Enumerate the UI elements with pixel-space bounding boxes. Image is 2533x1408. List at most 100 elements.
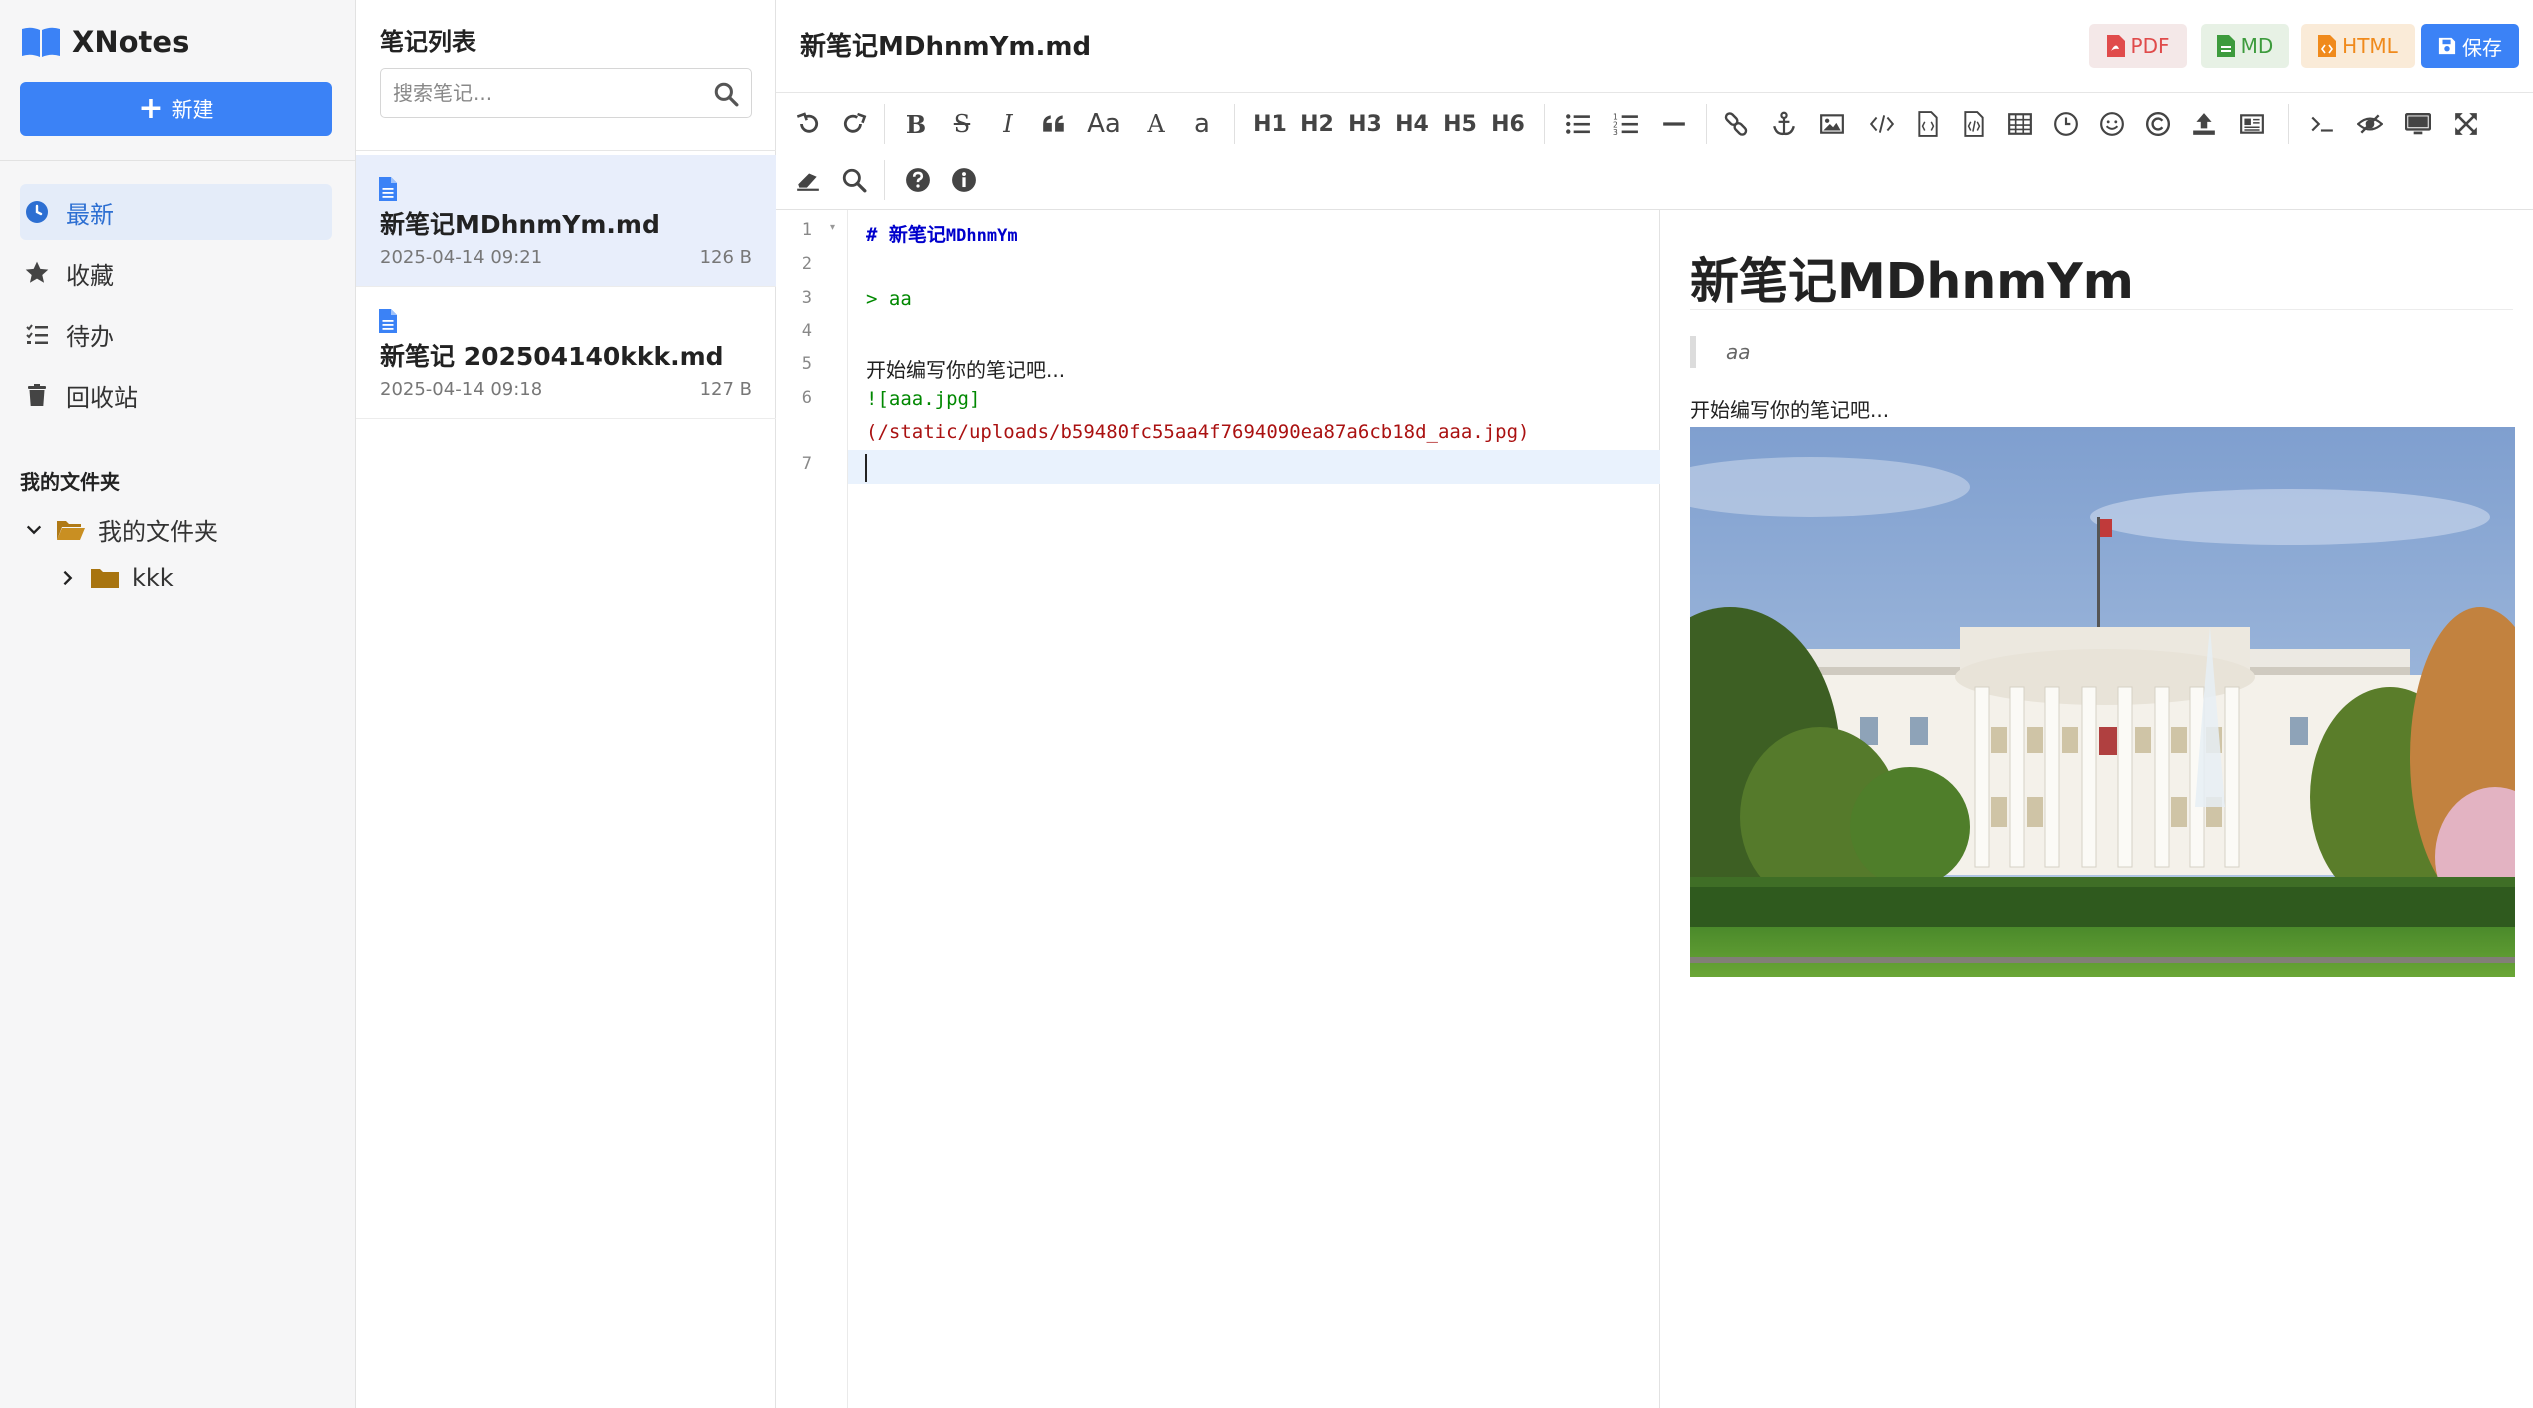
heading-text: 新笔记 bbox=[888, 224, 946, 246]
heading-2-button[interactable]: H2 bbox=[1297, 104, 1337, 144]
sidebar-item-label: 收藏 bbox=[66, 261, 114, 290]
code-file-icon[interactable] bbox=[1908, 104, 1948, 144]
lowercase-icon[interactable]: a bbox=[1182, 104, 1222, 144]
export-html-button[interactable]: HTML bbox=[2301, 24, 2415, 68]
search-replace-icon[interactable] bbox=[834, 160, 874, 200]
bold-icon[interactable]: B bbox=[896, 104, 936, 144]
sidebar-nav: 最新 收藏 待办 回收站 bbox=[20, 184, 332, 428]
md-file-icon bbox=[2216, 35, 2235, 57]
eraser-icon[interactable] bbox=[788, 160, 828, 200]
sidebar-item-label: 待办 bbox=[66, 322, 114, 351]
pdf-file-icon bbox=[2106, 35, 2125, 57]
horizontal-rule-icon[interactable] bbox=[1654, 104, 1694, 144]
folder-open-icon bbox=[57, 520, 85, 540]
terminal-icon[interactable] bbox=[2302, 104, 2342, 144]
sidebar-item-label: 最新 bbox=[66, 200, 114, 229]
redo-icon[interactable] bbox=[834, 104, 874, 144]
app-name: XNotes bbox=[72, 25, 190, 59]
app-window: XNotes + 新建 最新 收藏 待办 回收站 我的文件夹 我的文件夹 kkk… bbox=[0, 0, 2533, 1408]
preview-icon[interactable] bbox=[2398, 104, 2438, 144]
upload-icon[interactable] bbox=[2184, 104, 2224, 144]
fold-arrow-icon[interactable]: ▾ bbox=[830, 222, 835, 233]
undo-icon[interactable] bbox=[788, 104, 828, 144]
quote-icon[interactable] bbox=[1034, 104, 1074, 144]
info-icon[interactable] bbox=[944, 160, 984, 200]
code-line-1: # 新笔记MDhnmYm bbox=[866, 220, 1018, 247]
note-list-title: 笔记列表 bbox=[380, 28, 476, 56]
export-pdf-label: PDF bbox=[2130, 34, 2170, 58]
chevron-down-icon[interactable] bbox=[22, 518, 46, 542]
search-icon[interactable] bbox=[713, 81, 739, 107]
folder-tree-item-root[interactable]: 我的文件夹 bbox=[22, 512, 218, 547]
plus-icon: + bbox=[138, 91, 164, 126]
new-note-button[interactable]: + 新建 bbox=[20, 82, 332, 136]
line-number: 2 bbox=[801, 254, 812, 274]
save-label: 保存 bbox=[2462, 35, 2502, 60]
line-number: 6 bbox=[801, 388, 812, 408]
preview-blockquote: aa bbox=[1690, 336, 2290, 368]
sidebar-item-favorites[interactable]: 收藏 bbox=[20, 245, 332, 301]
sidebar-divider bbox=[0, 160, 356, 161]
brand: XNotes bbox=[20, 22, 189, 62]
export-md-label: MD bbox=[2240, 34, 2274, 58]
line-number: 7 bbox=[801, 454, 812, 474]
folder-icon bbox=[91, 569, 119, 588]
file-icon bbox=[379, 309, 397, 333]
toolbar-separator bbox=[884, 160, 885, 200]
chevron-right-icon[interactable] bbox=[56, 566, 80, 590]
folder-label: kkk bbox=[132, 564, 174, 592]
folders-section-title: 我的文件夹 bbox=[20, 470, 120, 494]
sidebar-item-todo[interactable]: 待办 bbox=[20, 306, 332, 362]
note-title: 新笔记 202504140kkk.md bbox=[380, 342, 724, 371]
code-block-icon[interactable] bbox=[1954, 104, 1994, 144]
markdown-editor[interactable]: 1 ▾ 2 3 4 5 6 7 # 新笔记MDhnmYm > aa 开始编写你的… bbox=[776, 210, 1660, 1408]
heading-1-button[interactable]: H1 bbox=[1250, 104, 1290, 144]
fullscreen-icon[interactable] bbox=[2446, 104, 2486, 144]
line-number: 4 bbox=[801, 321, 812, 341]
save-button[interactable]: 保存 bbox=[2421, 24, 2519, 68]
markdown-preview: 新笔记MDhnmYm aa 开始编写你的笔记吧... bbox=[1660, 210, 2533, 1408]
heading-5-button[interactable]: H5 bbox=[1440, 104, 1480, 144]
note-title: 新笔记MDhnmYm.md bbox=[380, 210, 660, 239]
note-size: 127 B bbox=[699, 379, 752, 400]
emoji-icon[interactable] bbox=[2092, 104, 2132, 144]
line-number-gutter: 1 ▾ 2 3 4 5 6 7 bbox=[776, 210, 848, 1408]
note-list-item[interactable]: 新笔记MDhnmYm.md 2025-04-14 09:21 126 B bbox=[356, 155, 776, 287]
note-list-item[interactable]: 新笔记 202504140kkk.md 2025-04-14 09:18 127… bbox=[356, 287, 776, 419]
clock-icon bbox=[22, 197, 52, 227]
html-file-icon bbox=[2318, 35, 2337, 57]
heading-6-button[interactable]: H6 bbox=[1488, 104, 1528, 144]
uppercase-icon[interactable]: A bbox=[1136, 104, 1176, 144]
heading-3-button[interactable]: H3 bbox=[1345, 104, 1385, 144]
folder-tree-item-kkk[interactable]: kkk bbox=[56, 564, 174, 592]
link-icon[interactable] bbox=[1716, 104, 1756, 144]
heading-4-button[interactable]: H4 bbox=[1392, 104, 1432, 144]
folder-label: 我的文件夹 bbox=[98, 518, 218, 546]
export-pdf-button[interactable]: PDF bbox=[2089, 24, 2187, 68]
inline-code-icon[interactable] bbox=[1862, 104, 1902, 144]
toolbar-separator bbox=[2288, 104, 2289, 144]
ordered-list-icon[interactable]: 123 bbox=[1606, 104, 1646, 144]
italic-icon[interactable]: I bbox=[988, 104, 1028, 144]
new-note-label: 新建 bbox=[171, 98, 214, 122]
html-entities-icon[interactable] bbox=[2138, 104, 2178, 144]
table-icon[interactable] bbox=[2000, 104, 2040, 144]
font-size-icon[interactable]: Aa bbox=[1080, 104, 1128, 144]
sidebar-item-recent[interactable]: 最新 bbox=[20, 184, 332, 240]
watch-toggle-icon[interactable] bbox=[2350, 104, 2390, 144]
list-divider bbox=[356, 150, 776, 151]
active-line-highlight bbox=[848, 450, 1660, 484]
sidebar-item-trash[interactable]: 回收站 bbox=[20, 367, 332, 423]
search-input[interactable] bbox=[393, 69, 693, 117]
datetime-icon[interactable] bbox=[2046, 104, 2086, 144]
export-md-button[interactable]: MD bbox=[2201, 24, 2289, 68]
help-icon[interactable] bbox=[898, 160, 938, 200]
preview-paragraph: 开始编写你的笔记吧... bbox=[1690, 398, 1890, 422]
text-cursor bbox=[865, 454, 867, 482]
strikethrough-icon[interactable]: S bbox=[942, 104, 982, 144]
pagebreak-icon[interactable] bbox=[2232, 104, 2272, 144]
image-icon[interactable] bbox=[1812, 104, 1852, 144]
anchor-icon[interactable] bbox=[1764, 104, 1804, 144]
code-line-6-alt: ![aaa.jpg] bbox=[866, 388, 981, 410]
unordered-list-icon[interactable] bbox=[1558, 104, 1598, 144]
